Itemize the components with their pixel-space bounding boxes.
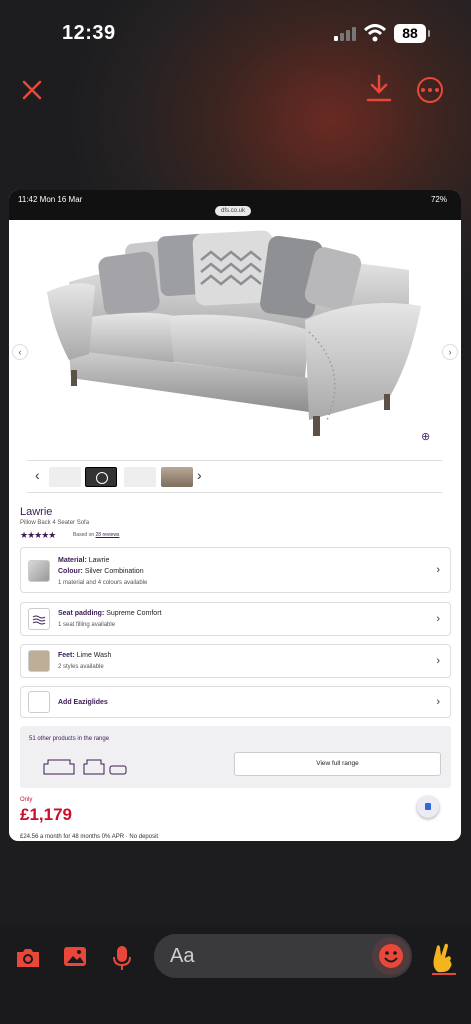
url-bar[interactable]: dfs.co.uk <box>215 206 252 216</box>
download-icon[interactable] <box>366 74 392 104</box>
price: £1,179 <box>20 805 72 824</box>
microphone-icon[interactable] <box>111 945 133 973</box>
ipad-status-bar: 11:42 Mon 16 Mar 72% dfs.co.uk <box>9 190 461 220</box>
option-padding: Seat padding: Supreme Comfort <box>58 610 161 617</box>
ipad-time: 11:42 Mon 16 Mar <box>18 195 83 204</box>
padding-icon <box>28 608 50 630</box>
thumbnail-video[interactable] <box>85 467 117 487</box>
thumbnail-room[interactable] <box>161 467 193 487</box>
price-only-label: Only <box>20 797 33 803</box>
range-panel: 51 other products in the range View full… <box>20 726 451 788</box>
option-feet[interactable]: Feet: Lime Wash 2 styles available › <box>20 644 451 678</box>
option-label: Add Eaziglides <box>58 699 108 706</box>
chevron-right-icon: › <box>436 613 440 625</box>
option-label: Seat padding: <box>58 610 105 617</box>
thumbnail-sofa-angle[interactable] <box>124 467 156 487</box>
option-seat-padding[interactable]: Seat padding: Supreme Comfort 1 seat fil… <box>20 602 451 636</box>
option-value: Supreme Comfort <box>104 610 162 617</box>
battery-indicator: 88 <box>394 24 430 43</box>
zoom-icon[interactable]: ⊕ <box>421 430 430 443</box>
camera-icon[interactable] <box>14 945 42 971</box>
sofa-image <box>47 230 421 436</box>
review-summary: Based on 28 reviews <box>73 532 119 538</box>
fingers-crossed-icon[interactable] <box>428 942 460 976</box>
thumbs-prev-icon[interactable]: ‹ <box>35 467 40 483</box>
more-options-icon[interactable] <box>417 77 443 103</box>
option-feet-text: Feet: Lime Wash <box>58 652 111 659</box>
option-value: Lawrie <box>86 557 110 564</box>
product-subtitle: Pillow Back 4 Seater Sofa <box>20 520 90 526</box>
image-next-button[interactable]: › <box>442 344 458 360</box>
rating-stars: ★★★★★ <box>20 530 56 540</box>
swatch-icon <box>28 560 50 582</box>
thumbnail-sofa[interactable] <box>49 467 81 487</box>
option-availability: 1 seat filling available <box>58 622 116 628</box>
thumbnail-strip: ‹ › <box>27 460 442 493</box>
reviews-link[interactable]: 28 reviews <box>96 532 120 538</box>
option-material: Material: Lawrie <box>58 557 109 564</box>
emoji-icon <box>379 944 403 968</box>
view-full-range-button[interactable]: View full range <box>234 752 441 776</box>
emoji-button[interactable] <box>372 937 410 975</box>
thumbs-next-icon[interactable]: › <box>197 467 202 483</box>
option-label: Material: <box>58 557 87 564</box>
message-placeholder: Aa <box>170 945 195 967</box>
option-availability: 2 styles available <box>58 664 104 670</box>
range-text: 51 other products in the range <box>29 736 110 742</box>
product-name: Lawrie <box>20 506 53 518</box>
cellular-signal-icon <box>334 26 356 41</box>
gallery-icon[interactable] <box>62 945 88 969</box>
option-availability: 1 material and 4 colours available <box>58 580 148 586</box>
eaziglides-icon <box>28 691 50 713</box>
chevron-right-icon: › <box>436 655 440 667</box>
finance-text: £24.56 a month for 48 months 0% APR · No… <box>20 834 159 840</box>
close-icon[interactable] <box>20 78 44 102</box>
option-label: Feet: <box>58 652 75 659</box>
option-value: Lime Wash <box>74 652 112 659</box>
product-image: ‹ › <box>9 220 461 452</box>
option-label: Colour: <box>58 568 83 575</box>
chevron-right-icon: › <box>436 564 440 576</box>
status-time: 12:39 <box>62 22 116 44</box>
range-furniture-icon <box>43 759 127 775</box>
option-material-colour[interactable]: Material: Lawrie Colour: Silver Combinat… <box>20 547 451 593</box>
option-value: Silver Combination <box>82 568 144 575</box>
option-eaziglides-label: Add Eaziglides <box>58 699 108 706</box>
review-prefix: Based on <box>73 532 95 538</box>
chat-help-button[interactable] <box>417 796 439 818</box>
feet-swatch-icon <box>28 650 50 672</box>
shared-screenshot[interactable]: 11:42 Mon 16 Mar 72% dfs.co.uk ‹ › ⊕ ‹ ›… <box>9 190 461 841</box>
option-eaziglides[interactable]: Add Eaziglides › <box>20 686 451 718</box>
wifi-icon <box>364 24 386 42</box>
ipad-battery: 72% <box>430 195 447 204</box>
image-prev-button[interactable]: ‹ <box>12 344 28 360</box>
option-colour: Colour: Silver Combination <box>58 568 144 575</box>
chevron-right-icon: › <box>436 696 440 708</box>
